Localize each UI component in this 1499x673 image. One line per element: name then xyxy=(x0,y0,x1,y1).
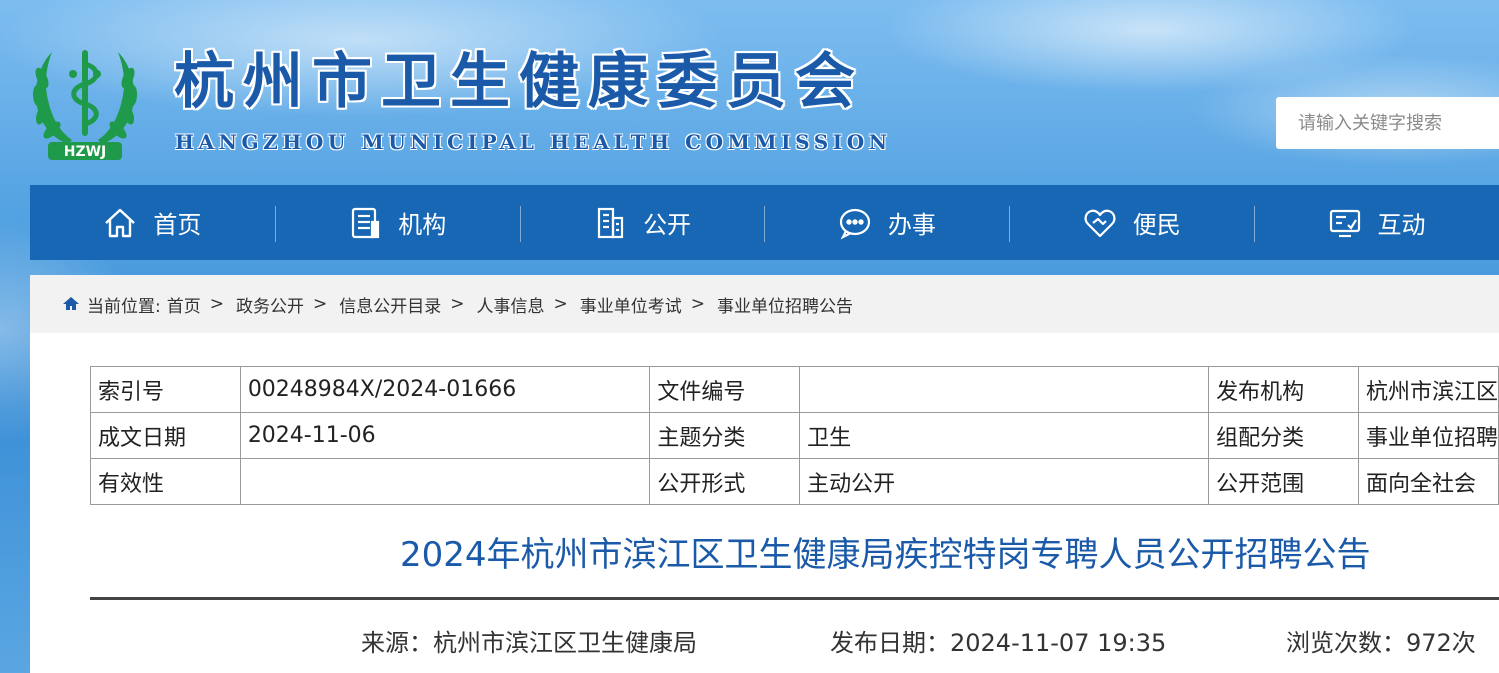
table-cell: 00248984X/2024-01666 xyxy=(239,366,651,413)
table-row: 有效性 公开形式 主动公开 公开范围 面向全社会 xyxy=(90,458,1499,505)
breadcrumb-separator: > xyxy=(690,294,705,314)
breadcrumb-separator: > xyxy=(209,294,224,314)
article-title: 2024年杭州市滨江区卫生健康局疾控特岗专聘人员公开招聘公告 xyxy=(400,535,1371,575)
home-icon xyxy=(63,297,79,310)
site-subtitle: HANGZHOU MUNICIPAL HEALTH COMMISSION xyxy=(175,130,892,154)
content-panel: 当前位置: 首页 > 政务公开 > 信息公开目录 > 人事信息 > 事业单位考试 > 事业… xyxy=(30,275,1499,673)
svg-text:HZWJ: HZWJ xyxy=(64,144,107,160)
breadcrumb-separator: > xyxy=(553,294,568,314)
nav-label: 互动 xyxy=(1377,211,1426,239)
nav-item-convenience[interactable]: 便民 xyxy=(1009,185,1254,260)
table-cell: 公开形式 xyxy=(649,458,801,505)
breadcrumb-link[interactable]: 首页 xyxy=(167,292,201,317)
table-cell: 主动公开 xyxy=(799,458,1210,505)
table-cell: 主题分类 xyxy=(649,412,801,459)
nav-label: 首页 xyxy=(153,211,202,239)
nav-label: 机构 xyxy=(398,211,447,239)
table-cell: 成文日期 xyxy=(90,412,241,459)
metadata-table: 索引号 00248984X/2024-01666 文件编号 发布机构 杭州市滨江… xyxy=(90,366,1499,505)
interaction-screen-icon xyxy=(1329,209,1360,237)
site-title: 杭州市卫生健康委员会 xyxy=(174,47,864,117)
publish-date: 发布日期：2024-11-07 19:35 xyxy=(830,629,1167,657)
nav-item-institutions[interactable]: 机构 xyxy=(274,185,520,260)
nav-label: 公开 xyxy=(643,211,692,239)
heart-handshake-icon xyxy=(1084,209,1116,237)
table-row: 成文日期 2024-11-06 主题分类 卫生 组配分类 事业单位招聘 xyxy=(90,412,1499,459)
table-cell: 事业单位招聘 xyxy=(1357,412,1499,459)
breadcrumb-link[interactable]: 事业单位考试 xyxy=(580,292,682,317)
table-cell: 2024-11-06 xyxy=(239,412,651,459)
main-nav: 首页 机构 公开 办事 便民 互动 xyxy=(30,185,1499,260)
table-cell xyxy=(239,458,651,505)
table-row: 索引号 00248984X/2024-01666 文件编号 发布机构 杭州市滨江… xyxy=(90,366,1499,413)
nav-item-home[interactable]: 首页 xyxy=(30,185,275,260)
breadcrumb-prefix: 当前位置: xyxy=(87,296,161,317)
breadcrumb-link[interactable]: 政务公开 xyxy=(236,292,304,317)
view-count: 浏览次数：972次 xyxy=(1286,629,1476,657)
search-box[interactable] xyxy=(1276,97,1499,149)
title-divider xyxy=(90,597,1499,600)
table-cell xyxy=(799,366,1210,413)
table-cell: 发布机构 xyxy=(1208,366,1359,413)
table-cell: 文件编号 xyxy=(649,366,801,413)
table-cell: 公开范围 xyxy=(1208,458,1359,505)
table-cell: 索引号 xyxy=(90,366,241,413)
home-icon xyxy=(105,208,136,237)
article-source: 来源：杭州市滨江区卫生健康局 xyxy=(361,629,697,657)
nav-item-services[interactable]: 办事 xyxy=(764,185,1009,260)
breadcrumb-link[interactable]: 事业单位招聘公告 xyxy=(717,292,853,317)
office-building-icon xyxy=(597,207,624,238)
table-cell: 杭州市滨江区 xyxy=(1357,366,1499,413)
chat-bubble-icon xyxy=(839,208,870,239)
breadcrumb-separator: > xyxy=(450,294,465,314)
breadcrumb: 当前位置: 首页 > 政务公开 > 信息公开目录 > 人事信息 > 事业单位考试 > 事业… xyxy=(30,275,1499,333)
breadcrumb-separator: > xyxy=(312,294,328,314)
table-cell: 有效性 xyxy=(90,458,241,505)
search-input[interactable] xyxy=(1296,111,1499,135)
table-cell: 卫生 xyxy=(799,412,1210,459)
building-document-icon xyxy=(352,207,380,238)
hzwj-logo-icon: HZWJ xyxy=(32,50,138,160)
breadcrumb-link[interactable]: 信息公开目录 xyxy=(339,292,441,317)
nav-item-interaction[interactable]: 互动 xyxy=(1254,185,1499,260)
table-cell: 面向全社会 xyxy=(1357,458,1499,505)
nav-label: 办事 xyxy=(887,211,936,239)
breadcrumb-link[interactable]: 人事信息 xyxy=(476,292,544,317)
nav-item-public[interactable]: 公开 xyxy=(519,185,765,260)
nav-label: 便民 xyxy=(1132,211,1181,239)
table-cell: 组配分类 xyxy=(1208,412,1359,459)
